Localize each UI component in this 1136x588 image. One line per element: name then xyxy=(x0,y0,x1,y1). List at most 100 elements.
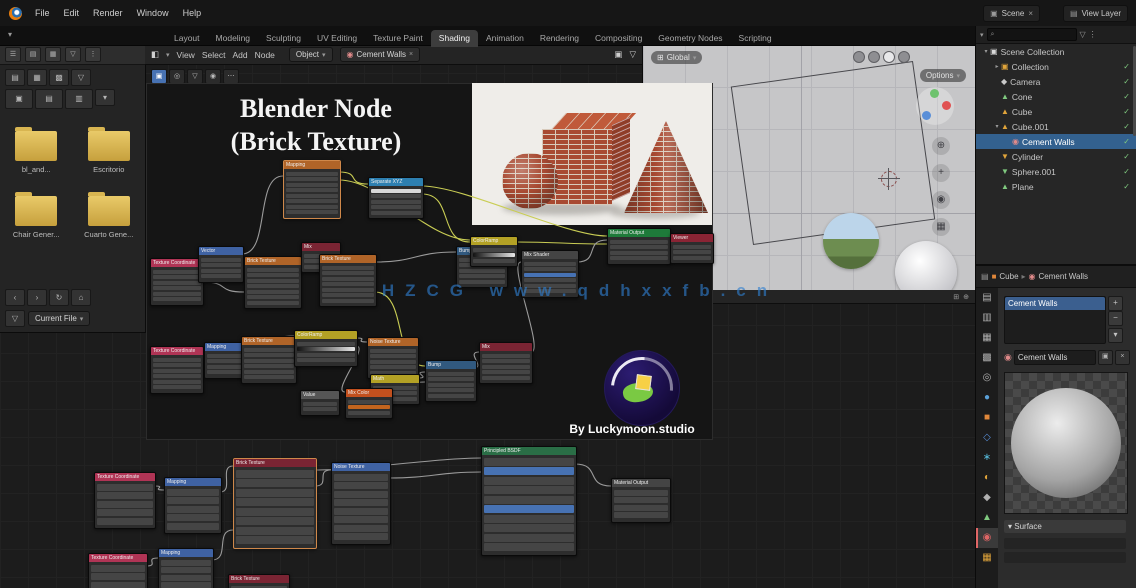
home-button[interactable]: ⌂ xyxy=(71,289,91,306)
shader-node-viewer[interactable]: Viewer xyxy=(670,233,714,264)
back-button[interactable]: ‹ xyxy=(5,289,25,306)
blender-logo-icon[interactable] xyxy=(9,7,22,20)
shader-node-brick-texture[interactable]: Brick Texture xyxy=(228,574,290,588)
tab-rendering[interactable]: Rendering xyxy=(532,30,587,47)
expand-arrow-icon[interactable]: ▾ xyxy=(982,48,990,55)
shader-mode-dropdown[interactable]: Object ▾ xyxy=(289,47,333,62)
options-menu-icon[interactable]: ⋮ xyxy=(1089,30,1097,39)
editor-menu-add[interactable]: Add xyxy=(232,50,247,60)
forward-button[interactable]: › xyxy=(27,289,47,306)
asset-source-dropdown[interactable]: Current File ▾ xyxy=(28,311,90,326)
display-thumbnails-icon[interactable]: ▦ xyxy=(45,47,61,62)
options-dropdown[interactable]: Options ▾ xyxy=(920,69,966,82)
sort-date-button[interactable]: ▦ xyxy=(27,69,47,86)
visibility-check-icon[interactable]: ✓ xyxy=(1123,137,1130,146)
unlink-icon[interactable]: × xyxy=(1115,350,1130,365)
material-slot-active[interactable]: Cement Walls xyxy=(1005,297,1105,310)
material-name-field[interactable]: Cement Walls xyxy=(1014,350,1096,365)
shader-node-brick-texture[interactable]: Brick Texture xyxy=(244,256,302,309)
menu-help[interactable]: Help xyxy=(176,0,209,26)
properties-menu-icon[interactable]: ▤ xyxy=(981,272,989,281)
refresh-button[interactable]: ↻ xyxy=(49,289,69,306)
properties-tab-7[interactable]: ◇ xyxy=(976,428,998,448)
view-dropdown[interactable]: ▾ xyxy=(95,89,115,106)
shading-solid-toggle[interactable] xyxy=(868,51,880,63)
editor-type-icon[interactable]: ◧ xyxy=(151,49,159,60)
visibility-check-icon[interactable]: ✓ xyxy=(1123,167,1130,176)
expand-arrow-icon[interactable]: ▸ xyxy=(993,63,1001,70)
transform-orientation-dropdown[interactable]: ⊞ Global ▾ xyxy=(651,51,702,64)
properties-tab-9[interactable]: ◐ xyxy=(976,468,998,488)
visibility-check-icon[interactable]: ✓ xyxy=(1123,152,1130,161)
shader-node-separate-xyz[interactable]: Separate XYZ xyxy=(368,177,424,219)
shader-node-texture-coordinate[interactable]: Texture Coordinate xyxy=(94,472,156,529)
pin-icon[interactable]: ▣ xyxy=(614,49,622,60)
outliner-row-plane[interactable]: ▲Plane✓ xyxy=(976,179,1136,194)
editor-type-icon[interactable]: ☰ xyxy=(5,47,21,62)
shading-material-toggle[interactable] xyxy=(883,51,895,63)
folder-item[interactable]: Escritorio xyxy=(73,131,146,174)
shader-node-bump[interactable]: Bump xyxy=(425,360,477,402)
shader-node-brick-texture[interactable]: Brick Texture xyxy=(319,254,377,307)
grid-icon[interactable]: ⊞ xyxy=(953,293,959,301)
properties-tab-3[interactable]: ▩ xyxy=(976,348,998,368)
properties-tab-4[interactable]: ◎ xyxy=(976,368,998,388)
folder-item[interactable]: Chair Gener... xyxy=(0,196,73,239)
tab-sculpting[interactable]: Sculpting xyxy=(258,30,309,47)
scene-selector[interactable]: ▣ Scene × xyxy=(983,5,1040,22)
properties-tab-12[interactable]: ◉ xyxy=(976,528,998,548)
shading-rendered-toggle[interactable] xyxy=(898,51,910,63)
camera-view-icon[interactable]: ◉ xyxy=(932,191,950,209)
shader-node-noise-texture[interactable]: Noise Texture xyxy=(331,462,391,545)
outliner-row-cone[interactable]: ▲Cone✓ xyxy=(976,89,1136,104)
visibility-check-icon[interactable]: ✓ xyxy=(1123,62,1130,71)
tab-geometry-nodes[interactable]: Geometry Nodes xyxy=(650,30,730,47)
zoom-icon[interactable]: ⊕ xyxy=(932,137,950,155)
navigation-gizmo[interactable] xyxy=(916,87,954,125)
properties-tab-8[interactable]: ∗ xyxy=(976,448,998,468)
tool-select-circle[interactable]: ◎ xyxy=(169,69,185,84)
workspace-menu-icon[interactable]: ▾ xyxy=(8,30,12,39)
properties-tab-6[interactable]: ■ xyxy=(976,408,998,428)
properties-tab-2[interactable]: ▦ xyxy=(976,328,998,348)
snapping-icon[interactable]: ▽ xyxy=(629,49,636,60)
outliner-row-sphere-001[interactable]: ▼Sphere.001✓ xyxy=(976,164,1136,179)
outliner-row-scene-collection[interactable]: ▾▣Scene Collection xyxy=(976,44,1136,59)
shader-node-texture-coordinate[interactable]: Texture Coordinate xyxy=(88,553,148,588)
fake-user-icon[interactable]: ▣ xyxy=(1098,350,1113,365)
gizmo-z-axis[interactable] xyxy=(922,111,931,120)
outliner-display-mode-icon[interactable]: ▾ xyxy=(980,31,984,39)
funnel-icon[interactable]: ▽ xyxy=(5,310,25,327)
properties-tab-13[interactable]: ▦ xyxy=(976,548,998,568)
tab-shading[interactable]: Shading xyxy=(431,30,478,47)
outliner-row-collection[interactable]: ▸▣Collection✓ xyxy=(976,59,1136,74)
properties-tab-10[interactable]: ◆ xyxy=(976,488,998,508)
shader-node-material-output[interactable]: Material Output xyxy=(607,228,671,265)
visibility-check-icon[interactable]: ✓ xyxy=(1123,107,1130,116)
outliner-row-cement-walls[interactable]: ◉Cement Walls✓ xyxy=(976,134,1136,149)
property-row[interactable] xyxy=(1004,552,1126,563)
outliner-row-cube[interactable]: ▲Cube✓ xyxy=(976,104,1136,119)
properties-tab-5[interactable]: ● xyxy=(976,388,998,408)
view-layer-selector[interactable]: ▤ View Layer xyxy=(1063,5,1128,22)
toggle-ortho-icon[interactable]: ▦ xyxy=(932,218,950,236)
shader-node-brick-texture[interactable]: Brick Texture xyxy=(241,336,297,384)
options-menu-icon[interactable]: ⋮ xyxy=(85,47,101,62)
display-vertical-list-icon[interactable]: ▤ xyxy=(25,47,41,62)
folder-item[interactable]: bl_and... xyxy=(0,131,73,174)
tab-layout[interactable]: Layout xyxy=(166,30,208,47)
tool-links-cut[interactable]: ◉ xyxy=(205,69,221,84)
menu-render[interactable]: Render xyxy=(86,0,130,26)
outliner-search-input[interactable]: ⌕ xyxy=(987,28,1077,41)
tab-uv-editing[interactable]: UV Editing xyxy=(309,30,365,47)
tab-scripting[interactable]: Scripting xyxy=(731,30,780,47)
slot-add-button[interactable]: + xyxy=(1108,296,1123,311)
view-large-button[interactable]: ▥ xyxy=(65,89,93,109)
properties-tab-0[interactable]: ▤ xyxy=(976,288,998,308)
view-medium-button[interactable]: ▤ xyxy=(35,89,63,109)
shading-wireframe-toggle[interactable] xyxy=(853,51,865,63)
gizmo-x-axis[interactable] xyxy=(942,101,951,110)
filter-icon[interactable]: ▽ xyxy=(1080,30,1086,39)
tool-select-box[interactable]: ▣ xyxy=(151,69,167,84)
property-row[interactable] xyxy=(1004,538,1126,549)
